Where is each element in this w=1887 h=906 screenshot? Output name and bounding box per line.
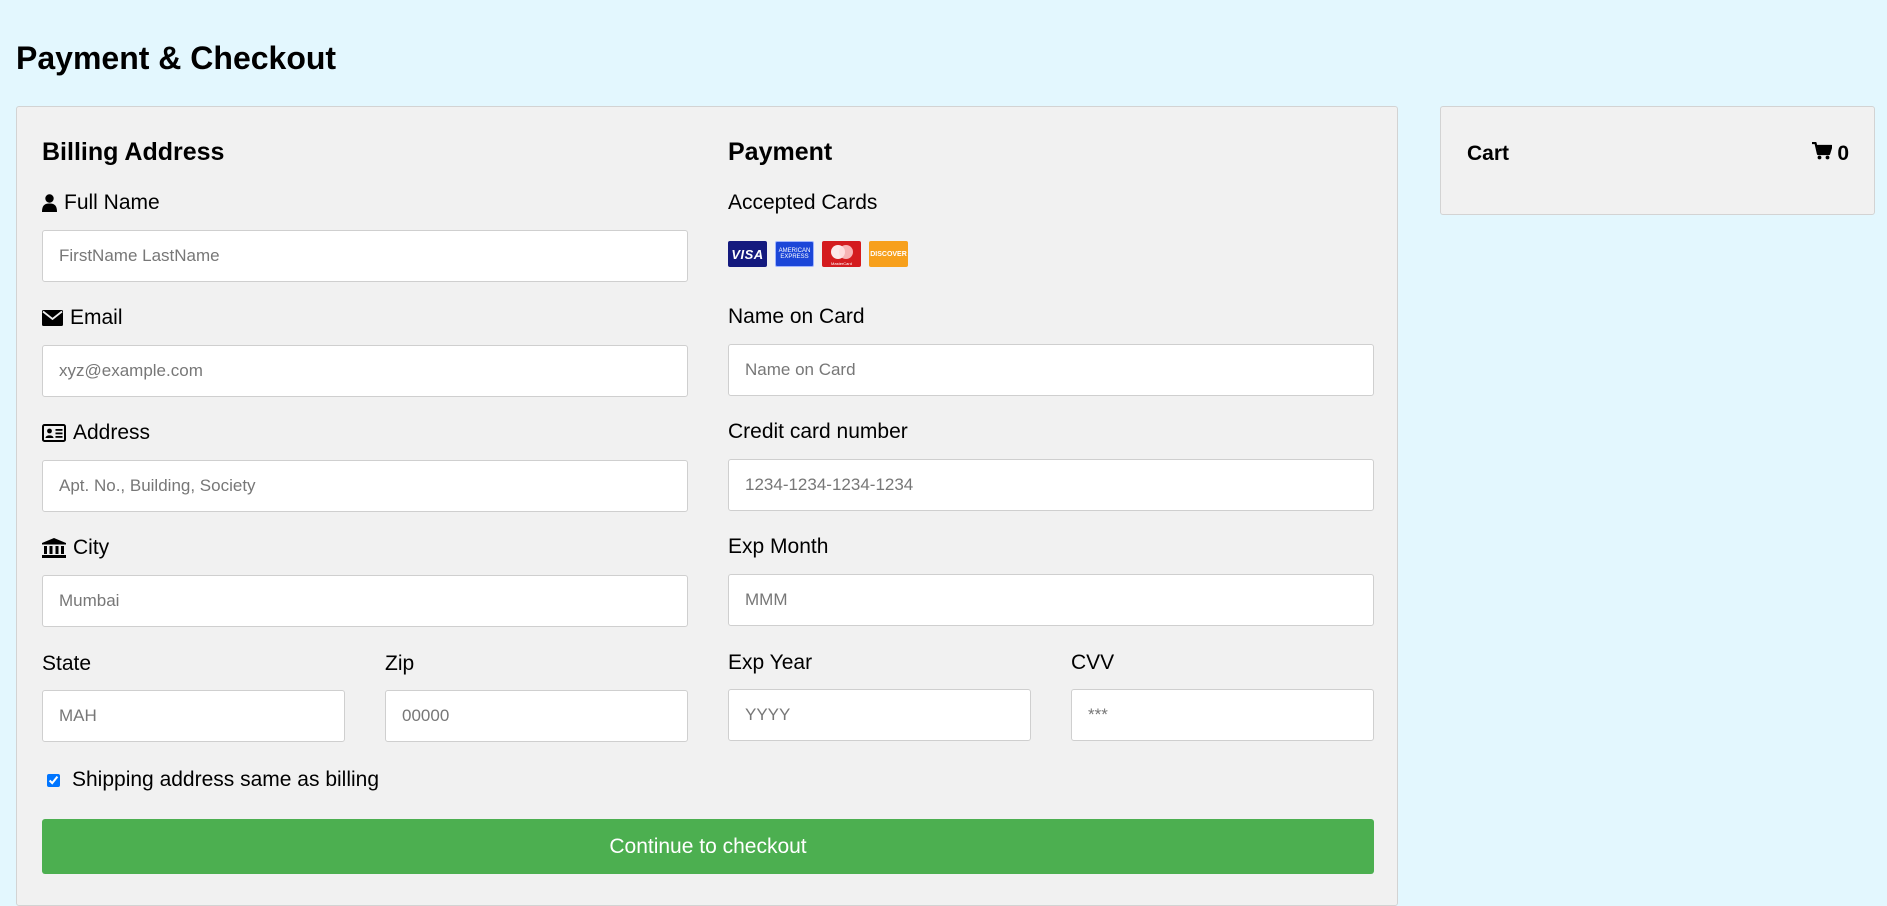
city-label-text: City [73, 536, 110, 559]
accepted-cards-icons: VISA AMERICAN EXPRESS MasterCard DISCOVE… [728, 241, 908, 267]
continue-to-checkout-button[interactable]: Continue to checkout [42, 819, 1374, 874]
state-input[interactable] [42, 690, 345, 742]
shopping-cart-icon [1812, 141, 1833, 166]
mastercard-logo-text: MasterCard [831, 261, 852, 266]
full-name-label-text: Full Name [64, 191, 160, 214]
exp-month-label: Exp Month [728, 535, 829, 558]
card-number-label: Credit card number [728, 420, 908, 443]
exp-year-label: Exp Year [728, 651, 813, 674]
payment-title: Payment [728, 138, 833, 166]
exp-month-input[interactable] [728, 574, 1374, 626]
full-name-input[interactable] [42, 230, 688, 282]
city-label: City [42, 536, 109, 560]
name-on-card-label: Name on Card [728, 305, 865, 328]
address-input[interactable] [42, 460, 688, 512]
cvv-label: CVV [1071, 651, 1115, 674]
visa-logo: VISA [728, 241, 767, 267]
amex-logo-text: AMERICAN EXPRESS [778, 248, 811, 260]
email-input[interactable] [42, 345, 688, 397]
envelope-icon [42, 310, 63, 326]
address-card-icon [42, 424, 66, 442]
card-number-input[interactable] [728, 459, 1374, 511]
email-label: Email [42, 306, 123, 330]
discover-logo: DISCOVER [869, 241, 908, 267]
full-name-label: Full Name [42, 191, 160, 215]
same-as-billing-label: Shipping address same as billing [72, 768, 380, 791]
amex-logo: AMERICAN EXPRESS [775, 241, 814, 267]
mastercard-logo: MasterCard [822, 241, 861, 267]
state-label: State [42, 652, 92, 675]
city-input[interactable] [42, 575, 688, 627]
exp-year-input[interactable] [728, 689, 1031, 741]
name-on-card-input[interactable] [728, 344, 1374, 396]
page-title: Payment & Checkout [16, 40, 337, 76]
cart-count[interactable]: 0 [1812, 141, 1849, 166]
cart-title: Cart [1467, 142, 1510, 165]
email-label-text: Email [70, 306, 123, 329]
cart-count-value: 0 [1837, 142, 1849, 165]
address-label-text: Address [73, 421, 151, 444]
user-icon [42, 194, 57, 212]
address-label: Address [42, 421, 150, 445]
billing-title: Billing Address [42, 138, 225, 166]
same-as-billing-checkbox[interactable] [47, 773, 60, 787]
same-as-billing-row[interactable]: Shipping address same as billing [47, 768, 379, 792]
zip-input[interactable] [385, 690, 688, 742]
zip-label: Zip [385, 652, 415, 675]
visa-logo-text: VISA [731, 246, 764, 262]
cvv-input[interactable] [1071, 689, 1374, 741]
accepted-cards-label: Accepted Cards [728, 191, 878, 214]
discover-logo-text: DISCOVER [870, 250, 907, 258]
institution-icon [42, 538, 66, 558]
